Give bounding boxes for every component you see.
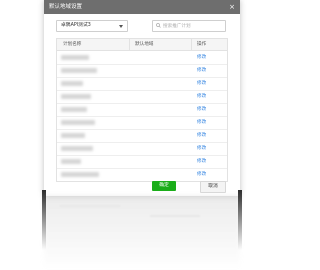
redacted-plan-name bbox=[61, 68, 97, 73]
redacted-plan-name bbox=[61, 133, 85, 138]
edit-link[interactable]: 修改 bbox=[197, 103, 206, 116]
column-divider bbox=[191, 39, 192, 50]
table-row: 修改 bbox=[57, 155, 227, 169]
edit-link[interactable]: 修改 bbox=[197, 77, 206, 90]
plan-table: 计划名称 默认地域 操作 修改 修改 修改 修改 修改 修改 修改 修改 修改 修改 bbox=[56, 38, 228, 182]
search-icon bbox=[156, 23, 161, 28]
table-row: 修改 bbox=[57, 77, 227, 91]
column-divider bbox=[129, 39, 130, 50]
edit-link[interactable]: 修改 bbox=[197, 116, 206, 129]
search-box[interactable] bbox=[152, 20, 226, 32]
table-row: 修改 bbox=[57, 103, 227, 117]
column-header-plan-name: 计划名称 bbox=[63, 42, 82, 47]
column-header-action: 操作 bbox=[197, 42, 207, 47]
redacted-plan-name bbox=[61, 120, 95, 125]
edit-link[interactable]: 修改 bbox=[197, 129, 206, 142]
redacted-plan-name bbox=[61, 172, 99, 177]
redacted-plan-name bbox=[61, 146, 93, 151]
table-row: 修改 bbox=[57, 168, 227, 181]
edit-link[interactable]: 修改 bbox=[197, 168, 206, 181]
redacted-plan-name bbox=[61, 107, 87, 112]
table-row: 修改 bbox=[57, 51, 227, 65]
bottom-fade bbox=[44, 196, 240, 270]
right-shadow bbox=[238, 190, 242, 250]
table-row: 修改 bbox=[57, 64, 227, 78]
edit-link[interactable]: 修改 bbox=[197, 51, 206, 64]
account-select-value: 卓隅API测试3 bbox=[61, 23, 91, 28]
blurred-line bbox=[150, 215, 200, 217]
table-row: 修改 bbox=[57, 116, 227, 130]
confirm-button[interactable]: 确定 bbox=[152, 181, 176, 191]
edit-link[interactable]: 修改 bbox=[197, 155, 206, 168]
cancel-button[interactable]: 取消 bbox=[200, 181, 226, 193]
redacted-plan-name bbox=[61, 94, 91, 99]
search-input[interactable] bbox=[163, 21, 221, 31]
account-select[interactable]: 卓隅API测试3 bbox=[56, 20, 128, 32]
table-header: 计划名称 默认地域 操作 bbox=[57, 39, 227, 51]
redacted-plan-name bbox=[61, 55, 89, 60]
blurred-line bbox=[60, 205, 120, 207]
table-row: 修改 bbox=[57, 142, 227, 156]
edit-link[interactable]: 修改 bbox=[197, 90, 206, 103]
close-icon[interactable]: × bbox=[229, 0, 235, 14]
column-header-default-region: 默认地域 bbox=[135, 42, 154, 47]
dialog-title: 默认地域设置 bbox=[49, 4, 83, 10]
table-row: 修改 bbox=[57, 90, 227, 104]
edit-link[interactable]: 修改 bbox=[197, 142, 206, 155]
table-row: 修改 bbox=[57, 129, 227, 143]
dialog-titlebar: 默认地域设置 × bbox=[44, 0, 240, 14]
redacted-plan-name bbox=[61, 159, 81, 164]
redacted-plan-name bbox=[61, 81, 83, 86]
edit-link[interactable]: 修改 bbox=[197, 64, 206, 77]
left-shadow bbox=[42, 190, 46, 250]
chevron-down-icon bbox=[119, 25, 123, 28]
region-settings-dialog: 默认地域设置 × 卓隅API测试3 计划名称 默认地域 操作 修改修改修改修改修… bbox=[44, 0, 240, 196]
